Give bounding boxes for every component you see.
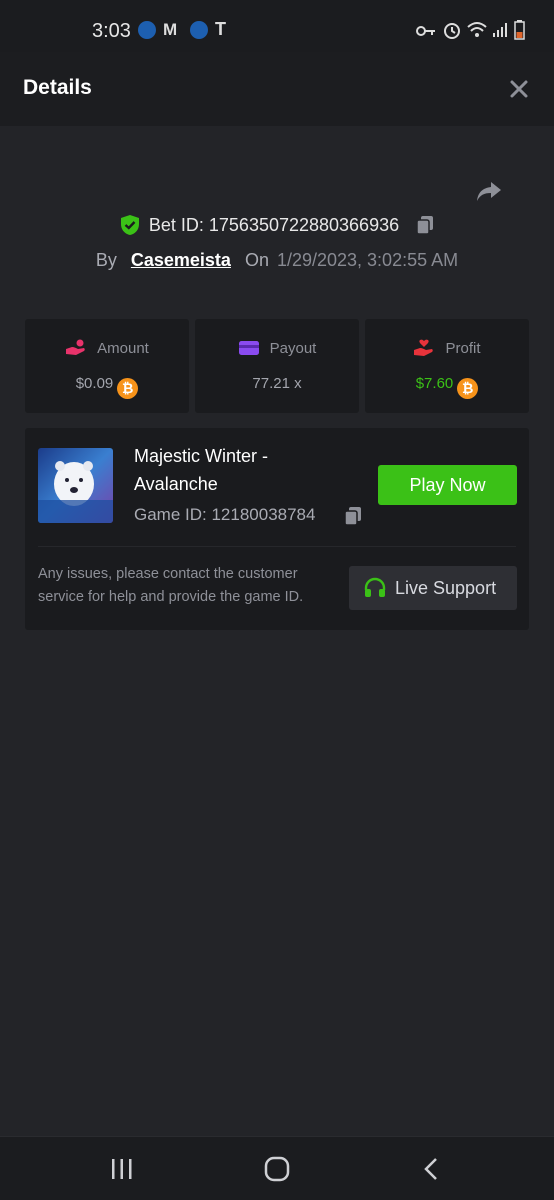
share-icon [477, 182, 501, 201]
home-icon [264, 1156, 290, 1182]
bet-id-row: Bet ID: 1756350722880366936 [0, 214, 554, 241]
game-name: Majestic Winter - Avalanche [134, 446, 269, 494]
app-notification-icon-2 [190, 21, 208, 39]
details-header: Details [0, 52, 554, 126]
recent-apps-button[interactable] [107, 1154, 137, 1184]
status-time: 3:03 [92, 20, 131, 42]
close-button[interactable] [506, 76, 532, 102]
profit-label: Profit [445, 340, 481, 357]
recent-apps-icon [112, 1159, 132, 1179]
key-icon [416, 26, 435, 36]
payout-value: 77.21 x [252, 375, 302, 392]
system-nav-bar [0, 1136, 554, 1200]
by-label: By [95, 250, 117, 270]
game-card: Majestic Winter - Avalanche Game ID: 121… [25, 428, 529, 630]
copy-game-id-icon[interactable] [343, 506, 363, 526]
signal-icon [493, 23, 507, 37]
status-bar: 3:03 M T [0, 0, 554, 52]
live-support-label: Live Support [395, 577, 497, 598]
bet-date: 1/29/2023, 3:02:55 AM [276, 250, 459, 270]
t-notification-icon: T [215, 19, 226, 39]
app-notification-icon [138, 21, 156, 39]
battery-icon [514, 20, 525, 40]
profit-value: $7.60 [415, 375, 454, 392]
amount-value: $0.09 [75, 375, 114, 392]
wifi-icon [467, 22, 487, 37]
payout-label: Payout [269, 340, 317, 357]
live-support-button[interactable]: Live Support [349, 566, 517, 610]
card-icon [238, 341, 259, 355]
bet-id: Bet ID: 1756350722880366936 [148, 214, 400, 235]
payout-card: Payout 77.21 x [195, 319, 359, 413]
back-button[interactable] [417, 1154, 447, 1184]
close-icon [510, 80, 528, 98]
alarm-icon [444, 23, 460, 39]
amount-card: Amount $0.09 ₿ [25, 319, 189, 413]
game-thumbnail[interactable] [38, 448, 113, 523]
help-text: Any issues, please contact the customer … [38, 566, 304, 605]
bet-meta: By Casemeista On 1/29/2023, 3:02:55 AM [0, 250, 554, 271]
on-label: On [244, 250, 269, 270]
profit-card: Profit $7.60 ₿ [365, 319, 529, 413]
hand-coin-icon [66, 339, 85, 355]
username-link[interactable]: Casemeista [131, 250, 231, 270]
game-id: Game ID: 12180038784 [134, 505, 316, 524]
gmail-notification-icon: M [163, 20, 178, 39]
home-button[interactable] [262, 1154, 292, 1184]
share-button[interactable] [474, 176, 504, 206]
amount-label: Amount [97, 340, 149, 357]
bitcoin-icon: ₿ [457, 378, 479, 399]
back-icon [424, 1158, 437, 1180]
bitcoin-icon: ₿ [117, 378, 139, 399]
polar-bear-image [38, 448, 113, 523]
divider [38, 546, 516, 547]
play-now-button[interactable]: Play Now [378, 465, 517, 505]
headphones-icon [364, 577, 386, 597]
page-title: Details [23, 76, 92, 99]
hand-heart-icon [414, 339, 434, 356]
shield-check-icon [120, 215, 139, 235]
copy-icon[interactable] [415, 215, 435, 235]
